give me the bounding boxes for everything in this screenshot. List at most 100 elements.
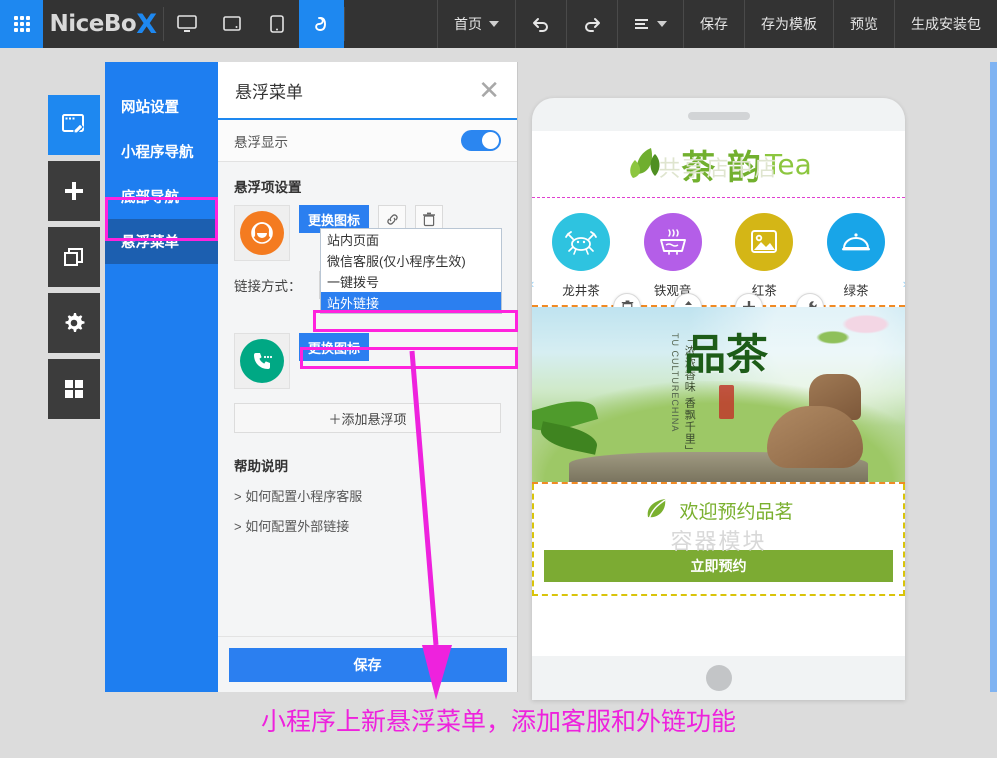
item2-change-icon-button[interactable]: 更换图标 [299,333,370,361]
tablet-icon [222,16,241,31]
floating-menu-dialog: 悬浮菜单 ✕ 悬浮显示 悬浮项设置 更换图标 链接方式： 更换图标 ＋添加悬浮项… [218,62,518,692]
customer-service-headset-icon [240,211,284,255]
plus-icon [65,182,83,200]
floating-display-label: 悬浮显示 [234,134,288,150]
green-leaf-icon [648,499,666,521]
chevron-down-icon [657,21,667,27]
dropdown-option-wechat-service[interactable]: 微信客服(仅小程序生效) [321,250,501,271]
help-link-external-link[interactable]: > 如何配置外部链接 [218,505,517,535]
monitor-icon [176,15,197,32]
hotpot-bowl-icon [643,213,702,271]
banner-title: 品茶 [683,330,768,379]
nav-arrow-right[interactable]: › [903,276,905,291]
cloche-dish-icon [826,213,885,271]
crab-icon [552,213,610,271]
rail-item-layout[interactable] [48,359,100,419]
brand-logo: NiceBo X [43,0,163,48]
save-button[interactable]: 保存 [683,0,744,48]
welcome-row: 欢迎预约品茗 容器模块 [534,484,903,554]
preview-button[interactable]: 预览 [833,0,894,48]
item2-icon-preview[interactable] [234,333,290,389]
nav-item-tieguanyin[interactable]: 铁观音 [630,213,716,299]
image-picture-icon [735,213,794,271]
nav-item-lvcha[interactable]: 绿茶 [813,213,899,299]
device-tablet-button[interactable] [209,0,254,48]
close-icon[interactable]: ✕ [478,77,500,103]
site-logo: 共享店中店 茶 韵 Tea [532,131,905,197]
page-selector[interactable]: 首页 [437,0,515,48]
submenu-item-bottom-nav[interactable]: 底部导航 [105,174,218,219]
trash-icon [423,212,436,226]
floating-item-2: 更换图标 [218,333,517,389]
rail-item-copy[interactable] [48,227,100,287]
link-type-label: 链接方式： [234,279,302,294]
rail-item-page-edit[interactable] [48,95,100,155]
phone-icon [269,15,284,33]
link-type-dropdown[interactable]: 站内页面 微信客服(仅小程序生效) 一键拨号 站外链接 [320,228,502,314]
brand-logo-x: X [136,8,157,40]
tea-banner-image[interactable]: TU CULTURECHINA 「浓浓香味 香飘千里」 品茶 [532,307,905,482]
annotation-caption: 小程序上新悬浮菜单，添加客服和外链功能 [260,707,736,736]
left-icon-rail [48,95,100,425]
dialog-footer: 保存 [218,636,517,692]
phone-screen: 共享店中店 茶 韵 Tea ‹ › 龙井茶 [532,131,905,656]
floating-display-toggle[interactable] [461,130,501,151]
wechat-miniprogram-icon [314,17,326,31]
banner-seal [718,385,734,419]
device-mobile-button[interactable] [254,0,299,48]
undo-arrow-icon [533,18,548,32]
logo-ghost-text: 共享店中店 [658,156,779,182]
phone-speaker [687,112,750,120]
device-desktop-button[interactable] [164,0,209,48]
top-toolbar: NiceBo X 首页 保存 存为模板 预览 生成安装包 [0,0,997,48]
list-lines-icon [635,19,648,29]
item1-icon-preview[interactable] [234,205,290,261]
submenu-item-site-settings[interactable]: 网站设置 [105,84,218,129]
chevron-down-icon [489,21,499,27]
grid-layout-icon [65,380,83,398]
dialog-header: 悬浮菜单 ✕ [218,62,517,120]
nav-arrow-left[interactable]: ‹ [532,276,534,291]
save-as-template-button[interactable]: 存为模板 [744,0,833,48]
app-grid-button[interactable] [0,0,43,48]
build-package-button[interactable]: 生成安装包 [894,0,997,48]
dialog-body: 悬浮显示 悬浮项设置 更换图标 链接方式： 更换图标 ＋添加悬浮项 帮助说明 >… [218,120,517,636]
home-button[interactable] [532,656,905,700]
nav-item-longjing[interactable]: 龙井茶 [538,213,624,299]
phone-preview: 共享店中店 茶 韵 Tea ‹ › 龙井茶 [532,98,905,700]
booking-module: 欢迎预约品茗 容器模块 立即预约 [532,484,905,596]
rail-item-add[interactable] [48,161,100,221]
help-link-customer-service[interactable]: > 如何配置小程序客服 [218,475,517,505]
help-title: 帮助说明 [234,459,288,474]
dropdown-option-internal-page[interactable]: 站内页面 [321,229,501,250]
dropdown-option-one-tap-dial[interactable]: 一键拨号 [321,271,501,292]
page-selector-label: 首页 [454,16,482,32]
submenu-item-floating-menu[interactable]: 悬浮菜单 [105,219,218,264]
nav-item-hongcha[interactable]: 红茶 [721,213,807,299]
floating-display-row: 悬浮显示 [218,120,517,162]
link-chain-icon [386,213,398,225]
add-floating-item-button[interactable]: ＋添加悬浮项 [234,403,501,433]
dialog-save-button[interactable]: 保存 [228,647,507,682]
undo-button[interactable] [515,0,566,48]
welcome-text: 欢迎预约品茗 [679,501,794,523]
dialog-title: 悬浮菜单 [235,82,303,102]
settings-submenu: 网站设置 小程序导航 底部导航 悬浮菜单 [105,62,218,692]
redo-button[interactable] [566,0,617,48]
category-nav-grid: ‹ › 龙井茶 [532,198,905,305]
section-title: 悬浮项设置 [234,180,302,195]
list-menu-button[interactable] [617,0,683,48]
rail-item-settings[interactable] [48,293,100,353]
device-miniprogram-button[interactable] [299,0,344,48]
app-grid-icon [13,16,30,32]
redo-arrow-icon [585,18,600,32]
page-edit-icon [62,114,84,134]
dialog-scrollbar[interactable] [990,62,997,692]
brand-logo-text: NiceBo [49,11,137,37]
submenu-item-miniprogram-nav[interactable]: 小程序导航 [105,129,218,174]
dropdown-option-external-link[interactable]: 站外链接 [321,292,501,313]
banner-vertical-en: TU CULTURECHINA [670,333,680,433]
phone-call-icon [240,339,284,383]
gear-icon [65,313,85,332]
